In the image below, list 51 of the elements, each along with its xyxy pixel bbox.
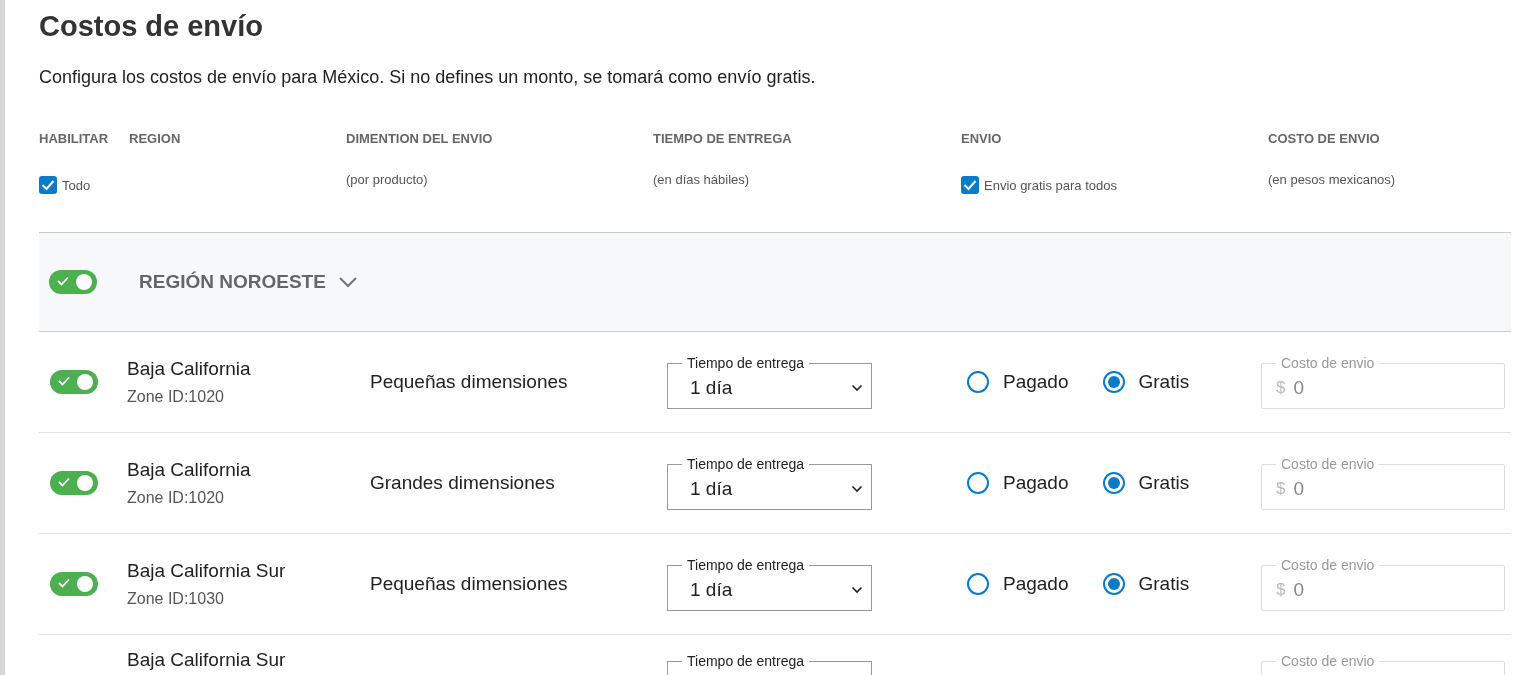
check-icon bbox=[58, 477, 70, 487]
zone-id: Zone ID:1020 bbox=[127, 388, 225, 406]
delivery-time-select[interactable]: Tiempo de entrega 1 día bbox=[667, 355, 872, 409]
description-text: Configura los costos de envío para México. Si no defines un monto, se tomará como envío gratis. bbox=[39, 67, 817, 88]
radio-option[interactable]: Gratis bbox=[1102, 371, 1190, 393]
radio-option[interactable]: Pagado bbox=[967, 371, 1069, 393]
checkbox-label: Envio gratis para todos bbox=[984, 177, 1117, 193]
column-subtitle: (por producto) bbox=[346, 172, 429, 189]
zone-name: Baja California bbox=[127, 358, 252, 380]
dimension-text: Grandes dimensiones bbox=[370, 472, 556, 494]
toggle-switch[interactable] bbox=[50, 370, 98, 394]
radio-option[interactable]: Gratis bbox=[1102, 472, 1190, 494]
column-header: COSTO DE ENVIO bbox=[1268, 131, 1381, 146]
cost-input[interactable]: Costo de envio $ 0 bbox=[1261, 557, 1505, 611]
zone-name: Baja California bbox=[127, 459, 252, 481]
column-header: TIEMPO DE ENTREGA bbox=[653, 131, 793, 146]
check-icon bbox=[57, 276, 69, 286]
column-subtitle: (en pesos mexicanos) bbox=[1268, 172, 1397, 189]
check-icon bbox=[58, 578, 70, 588]
column-header: HABILITAR bbox=[39, 131, 110, 146]
checkbox[interactable] bbox=[961, 176, 979, 194]
check-icon bbox=[58, 376, 70, 386]
zone-id: Zone ID:1020 bbox=[127, 489, 225, 507]
chevron-down-icon bbox=[851, 585, 863, 594]
region-name: REGIÓN NOROESTE bbox=[139, 271, 326, 293]
zone-name: Baja California Sur bbox=[127, 560, 287, 582]
chevron-down-icon bbox=[851, 484, 863, 493]
toggle-switch[interactable] bbox=[50, 471, 98, 495]
cost-input[interactable]: Costo de envio $ 0 bbox=[1261, 355, 1505, 409]
dimension-text: Pequeñas dimensiones bbox=[370, 573, 569, 595]
dimension-text: Pequeñas dimensiones bbox=[370, 371, 569, 393]
toggle-switch[interactable] bbox=[49, 270, 97, 294]
zone-id: Zone ID:1030 bbox=[127, 590, 225, 608]
column-header: DIMENTION DEL ENVIO bbox=[346, 131, 494, 146]
checkbox-label: Todo bbox=[62, 177, 91, 193]
column-subtitle: (en días hábiles) bbox=[653, 172, 751, 189]
radio-option[interactable]: Pagado bbox=[967, 472, 1069, 494]
radio-option[interactable]: Gratis bbox=[1102, 573, 1190, 595]
chevron-down-icon[interactable] bbox=[337, 276, 358, 288]
column-header: REGION bbox=[129, 131, 182, 146]
radio-option[interactable]: Pagado bbox=[967, 573, 1069, 595]
zone-name: Baja California Sur bbox=[127, 649, 287, 671]
delivery-time-select[interactable]: Tiempo de entrega 1 día bbox=[667, 456, 872, 510]
delivery-time-select[interactable]: Tiempo de entrega 1 día bbox=[667, 557, 872, 611]
toggle-switch[interactable] bbox=[50, 572, 98, 596]
checkbox[interactable] bbox=[39, 176, 57, 194]
page-title: Costos de envío bbox=[39, 10, 264, 43]
column-header: ENVIO bbox=[961, 131, 1003, 146]
cost-input[interactable]: Costo de envio $ 0 bbox=[1261, 456, 1505, 510]
chevron-down-icon bbox=[851, 383, 863, 392]
delivery-time-select[interactable]: Tiempo de entrega bbox=[667, 653, 872, 675]
